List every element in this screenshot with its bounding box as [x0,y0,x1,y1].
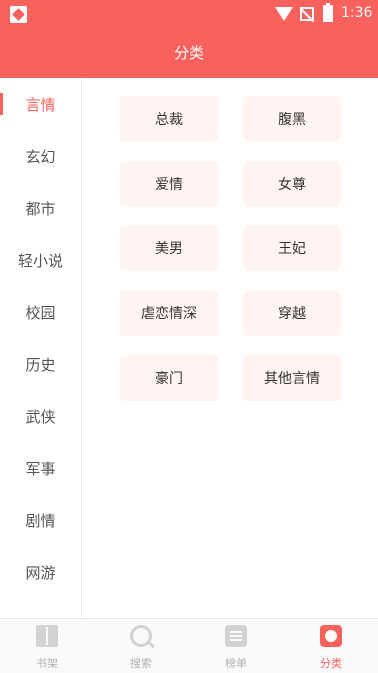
status-bar: 1:36 [0,0,378,28]
search-icon [130,625,152,647]
tag-label: 总裁 [155,112,183,128]
status-time: 1:36 [341,5,373,21]
ranking-icon [225,625,247,647]
page-title: 分类 [173,44,204,62]
tag-label: 女尊 [278,177,306,193]
tag-label: 穿越 [278,306,306,322]
tag-button[interactable]: 豪门 [120,355,218,401]
sidebar-item-history[interactable]: 历史 [0,338,81,390]
tag-grid: 总裁 腹黑 爱情 女尊 美男 王妃 虐恋情深 穿越 豪门 其他言情 [82,78,378,618]
tab-label: 榜单 [225,657,247,670]
no-sim-icon [300,7,314,21]
tab-ranking[interactable]: 榜单 [189,619,283,673]
sidebar-item-fantasy[interactable]: 玄幻 [0,130,81,182]
sidebar-item-wuxia[interactable]: 武侠 [0,390,81,442]
sidebar-item-label: 军事 [25,459,56,478]
tag-label: 爱情 [155,177,183,193]
sidebar-item-label: 玄幻 [25,147,56,166]
tag-button[interactable]: 总裁 [120,96,218,142]
tab-category[interactable]: 分类 [284,619,378,673]
tag-label: 虐恋情深 [141,306,197,322]
sidebar-item-drama[interactable]: 剧情 [0,494,81,546]
sidebar-item-label: 网游 [25,563,56,582]
sidebar-item-online-game[interactable]: 网游 [0,546,81,598]
sidebar-item-label: 轻小说 [17,251,63,270]
tag-button[interactable]: 王妃 [243,225,341,271]
tab-label: 书架 [36,657,58,670]
tag-button[interactable]: 女尊 [243,161,341,207]
bottom-tab-bar: 书架 搜索 榜单 分类 [0,618,378,673]
tag-button[interactable]: 虐恋情深 [120,290,218,336]
tag-button[interactable]: 美男 [120,225,218,271]
battery-charging-icon [323,3,333,22]
sidebar-item-label: 历史 [25,355,56,374]
sidebar-item-label: 武侠 [25,407,56,426]
bookshelf-icon [36,625,58,647]
sidebar-item-campus[interactable]: 校园 [0,286,81,338]
header-bar: 1:36 分类 [0,0,378,78]
tag-label: 美男 [155,241,183,257]
sidebar-item-light-novel[interactable]: 轻小说 [0,234,81,286]
tag-button[interactable]: 腹黑 [243,96,341,142]
wifi-icon [275,7,293,21]
app-notification-icon [10,6,27,23]
sidebar-item-label: 言情 [25,95,56,114]
tag-label: 豪门 [155,371,183,387]
sidebar-item-label: 都市 [25,199,56,218]
tab-label: 分类 [320,657,342,670]
tag-label: 腹黑 [278,112,306,128]
sidebar-item-military[interactable]: 军事 [0,442,81,494]
tab-bookshelf[interactable]: 书架 [0,619,94,673]
sidebar-item-urban[interactable]: 都市 [0,182,81,234]
sidebar-item-label: 校园 [25,303,56,322]
tab-search[interactable]: 搜索 [94,619,188,673]
tag-button[interactable]: 爱情 [120,161,218,207]
category-sidebar: 言情 玄幻 都市 轻小说 校园 历史 武侠 军事 剧情 网游 [0,78,82,618]
tag-button[interactable]: 其他言情 [243,355,341,401]
sidebar-item-romance[interactable]: 言情 [0,78,81,130]
tab-label: 搜索 [130,657,152,670]
sidebar-item-label: 剧情 [25,511,56,530]
tag-label: 王妃 [278,241,306,257]
category-icon [320,625,342,647]
tag-button[interactable]: 穿越 [243,290,341,336]
tag-label: 其他言情 [264,371,320,387]
